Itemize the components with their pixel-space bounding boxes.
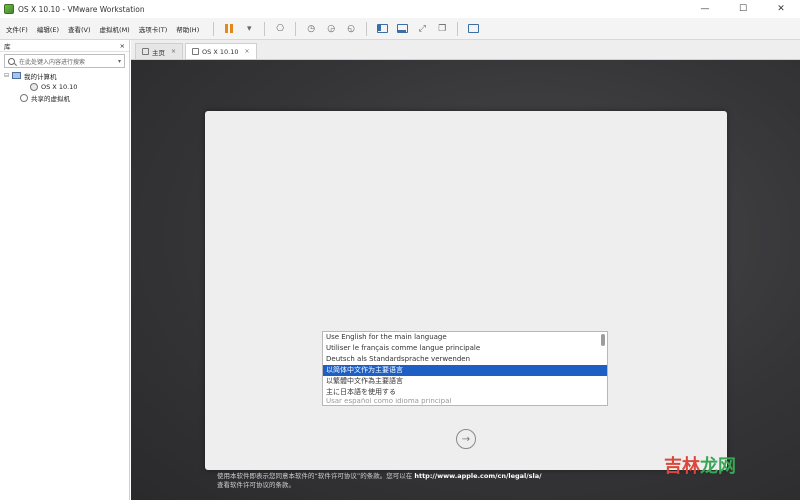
unity-button[interactable]: ❐ (434, 21, 450, 37)
menu-toolbar: 文件(F) 编辑(E) 查看(V) 虚拟机(M) 选项卡(T) 帮助(H) ▾ … (0, 18, 800, 40)
arrow-right-icon: → (461, 433, 471, 445)
thumbnail-view-icon (396, 24, 408, 33)
vm-tab-icon (192, 48, 200, 55)
tab-home[interactable]: 主页 × (135, 43, 184, 59)
tree-item-label: OS X 10.10 (41, 82, 78, 91)
vmware-logo-icon (4, 4, 14, 14)
language-option[interactable]: Usar español como idioma principal (323, 398, 607, 405)
show-library-button[interactable] (374, 21, 390, 37)
toolbar-separator (213, 21, 215, 36)
full-screen-button[interactable]: ⤢ (414, 21, 430, 37)
menu-edit[interactable]: 编辑(E) (37, 24, 59, 34)
tab-label: 主页 (152, 48, 165, 57)
maximize-button[interactable]: ☐ (724, 0, 762, 18)
vm-console[interactable]: Use English for the main language Utilis… (131, 60, 800, 500)
console-view-icon (467, 24, 479, 33)
setup-language-panel: Use English for the main language Utilis… (205, 111, 727, 470)
pause-button[interactable] (221, 21, 237, 37)
tree-item-shared-vms[interactable]: 共享的虚拟机 (0, 92, 129, 103)
license-link[interactable]: http://www.apple.com/cn/legal/sla/ (414, 472, 541, 480)
chevron-down-icon: ▾ (246, 23, 252, 34)
toolbar-separator (295, 21, 297, 36)
toolbar-separator (366, 21, 368, 36)
home-icon (142, 48, 149, 55)
tab-bar: 主页 × OS X 10.10 × (131, 40, 800, 60)
snapshot-manager-icon: ◵ (347, 23, 356, 34)
search-placeholder: 在此处键入内容进行搜索 (19, 58, 86, 66)
tree-item-my-computer[interactable]: ⊟ 我的计算机 (0, 70, 129, 81)
library-header: 库 × (0, 40, 129, 52)
chevron-down-icon[interactable]: ▾ (118, 58, 121, 65)
tree-item-label: 共享的虚拟机 (31, 94, 70, 103)
revert-icon: ◶ (327, 23, 336, 34)
watermark-text: 龙网 (700, 456, 736, 477)
language-option-selected[interactable]: 以简体中文作为主要语言 (323, 365, 607, 376)
window-controls: — ☐ ✕ (686, 0, 800, 18)
license-text: 查看软件许可协议的条款。 (217, 481, 295, 489)
tab-osx[interactable]: OS X 10.10 × (185, 43, 257, 59)
computer-icon (12, 72, 21, 79)
menu-tabs[interactable]: 选项卡(T) (139, 24, 168, 34)
snapshot-icon: ◷ (307, 23, 316, 34)
tab-close-button[interactable]: × (244, 48, 249, 55)
toolbar-separator (457, 21, 459, 36)
collapse-icon[interactable]: ⊟ (4, 72, 12, 79)
continue-button[interactable]: → (456, 429, 476, 449)
license-notice: 使用本软件即表示您同意本软件的“软件许可协议”的条款。您可以在 http://w… (217, 472, 677, 490)
window-title: OS X 10.10 - VMware Workstation (18, 4, 145, 14)
watermark-text: 吉林 (664, 456, 700, 477)
library-title: 库 (4, 42, 11, 51)
fullscreen-icon: ⤢ (418, 23, 426, 34)
language-list[interactable]: Use English for the main language Utilis… (322, 331, 608, 406)
unity-icon: ❐ (438, 23, 447, 34)
network-icon: ⎔ (276, 23, 285, 34)
language-option[interactable]: Use English for the main language (323, 332, 607, 343)
language-list-scrollbar[interactable] (601, 333, 606, 405)
language-option[interactable]: Deutsch als Standardsprache verwenden (323, 354, 607, 365)
tab-close-button[interactable]: × (171, 48, 176, 55)
send-ctrl-alt-del-button[interactable]: ⎔ (272, 21, 288, 37)
license-text: 使用本软件即表示您同意本软件的“软件许可协议”的条款。您可以在 (217, 472, 413, 480)
revert-snapshot-button[interactable]: ◶ (323, 21, 339, 37)
toolbar-separator (264, 21, 266, 36)
library-panel: 库 × 在此处键入内容进行搜索 ▾ ⊟ 我的计算机 OS X 10.10 共享的… (0, 40, 130, 500)
thumbnail-bar-button[interactable] (394, 21, 410, 37)
library-view-icon (376, 24, 388, 33)
pause-icon (225, 24, 234, 33)
language-option[interactable]: 主に日本語を使用する (323, 387, 607, 398)
menu-view[interactable]: 查看(V) (68, 24, 91, 34)
menu-vm[interactable]: 虚拟机(M) (100, 24, 130, 34)
tree-item-label: 我的计算机 (24, 72, 57, 81)
snapshot-manager-button[interactable]: ◵ (343, 21, 359, 37)
vm-icon (30, 82, 38, 91)
menu-help[interactable]: 帮助(H) (176, 24, 199, 34)
menu-file[interactable]: 文件(F) (6, 24, 28, 34)
power-dropdown-button[interactable]: ▾ (241, 21, 257, 37)
snapshot-button[interactable]: ◷ (303, 21, 319, 37)
console-view-button[interactable] (465, 21, 481, 37)
search-icon (8, 57, 15, 65)
close-button[interactable]: ✕ (762, 0, 800, 18)
language-option[interactable]: Utiliser le français comme langue princi… (323, 343, 607, 354)
minimize-button[interactable]: — (686, 0, 724, 18)
tab-label: OS X 10.10 (202, 47, 239, 56)
library-search-input[interactable]: 在此处键入内容进行搜索 ▾ (4, 54, 125, 68)
site-watermark: 吉林龙网 (664, 452, 736, 478)
language-option[interactable]: 以繁體中文作為主要語言 (323, 376, 607, 387)
tree-item-vm[interactable]: OS X 10.10 (0, 81, 129, 92)
library-close-button[interactable]: × (120, 42, 125, 50)
title-bar: OS X 10.10 - VMware Workstation — ☐ ✕ (0, 0, 800, 18)
shared-vm-icon (20, 93, 28, 102)
